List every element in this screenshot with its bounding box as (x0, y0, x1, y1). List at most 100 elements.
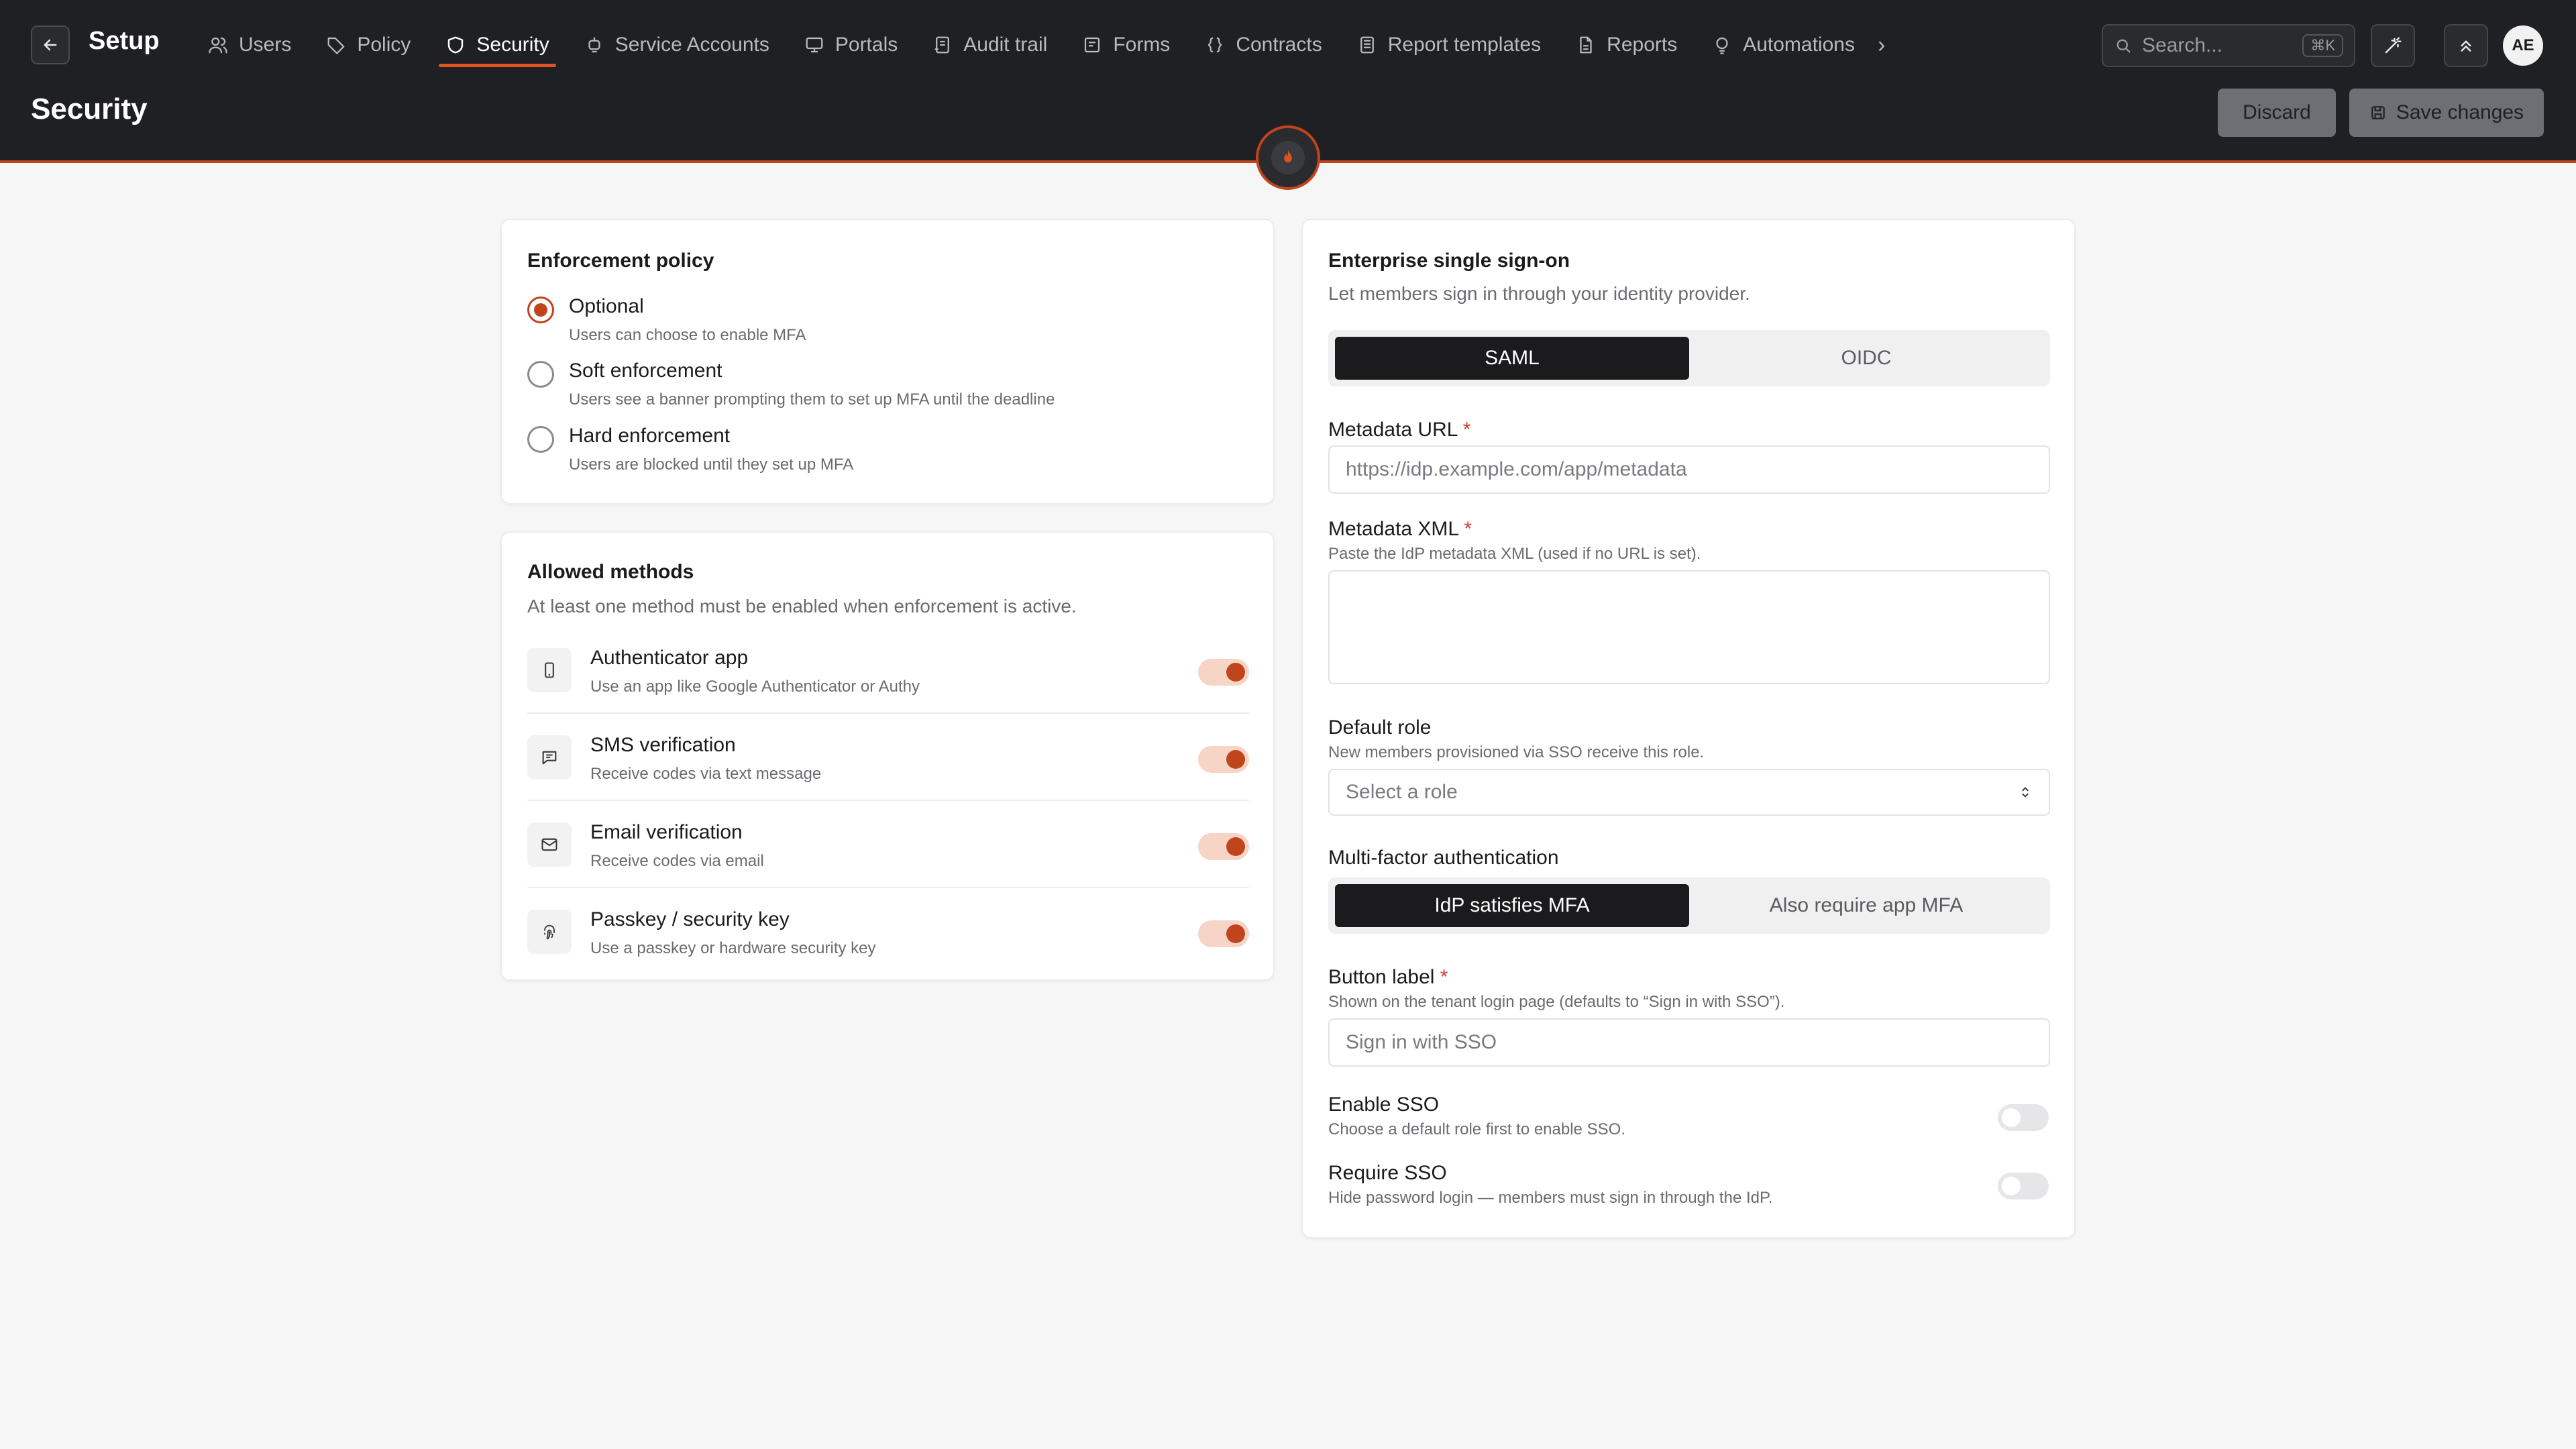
require-sso-hint: Hide password login — members must sign … (1328, 1189, 1773, 1207)
tab-reports-label: Reports (1607, 34, 1678, 56)
monitor-icon (804, 35, 824, 55)
option-soft-enforcement[interactable]: Soft enforcement Users see a banner prom… (527, 360, 1055, 409)
magic-wand-button[interactable] (2371, 24, 2415, 67)
tab-security[interactable]: Security (428, 0, 566, 90)
bulb-icon (1712, 35, 1732, 55)
users-icon (208, 35, 228, 55)
arrow-left-icon (41, 36, 60, 54)
option-desc: Users can choose to enable MFA (569, 326, 806, 344)
tab-portals[interactable]: Portals (787, 0, 915, 90)
search-placeholder: Search... (2142, 34, 2223, 56)
radio-optional[interactable] (527, 297, 554, 323)
authenticator-app-toggle[interactable] (1198, 659, 1249, 686)
button-label-label-text: Button label (1328, 966, 1435, 988)
default-role-label: Default role (1328, 716, 1432, 739)
tab-audit-trail[interactable]: Audit trail (915, 0, 1065, 90)
default-role-select[interactable]: Select a role (1328, 769, 2050, 816)
robot-icon (584, 35, 604, 55)
save-icon (2369, 104, 2387, 121)
tab-contracts-label: Contracts (1236, 34, 1322, 56)
option-optional[interactable]: Optional Users can choose to enable MFA (527, 295, 806, 345)
radio-soft-enforcement[interactable] (527, 361, 554, 388)
enable-sso-toggle[interactable] (1998, 1104, 2049, 1131)
app-title: Setup (89, 27, 160, 55)
enforcement-policy-card: Enforcement policy Optional Users can ch… (500, 219, 1275, 504)
metadata-url-label: Metadata URL * (1328, 419, 1470, 441)
tab-oidc[interactable]: OIDC (1689, 337, 2043, 380)
tab-service-accounts-label: Service Accounts (614, 34, 769, 56)
tab-forms-label: Forms (1113, 34, 1171, 56)
tab-policy[interactable]: Policy (309, 0, 428, 90)
methods-title: Allowed methods (527, 561, 694, 583)
methods-subtitle: At least one method must be enabled when… (527, 596, 1077, 616)
collapse-button[interactable] (2444, 24, 2488, 67)
fingerprint-icon (527, 910, 572, 954)
email-verification-toggle[interactable] (1198, 833, 1249, 860)
enable-sso-hint: Choose a default role first to enable SS… (1328, 1120, 1625, 1138)
tab-forms[interactable]: Forms (1065, 0, 1187, 90)
file-icon (1576, 35, 1596, 55)
option-label: Soft enforcement (569, 360, 722, 382)
radio-hard-enforcement[interactable] (527, 426, 554, 453)
method-desc: Use a passkey or hardware security key (590, 939, 876, 957)
chevron-right-icon[interactable]: › (1878, 32, 1885, 58)
require-sso-label: Require SSO (1328, 1162, 1447, 1184)
method-passkey: Passkey / security key Use a passkey or … (527, 888, 1249, 975)
tab-reports[interactable]: Reports (1558, 0, 1695, 90)
discard-button[interactable]: Discard (2218, 89, 2336, 137)
metadata-xml-label: Metadata XML * (1328, 518, 1472, 541)
save-changes-button[interactable]: Save changes (2349, 89, 2544, 137)
tab-contracts[interactable]: Contracts (1187, 0, 1339, 90)
nav-tabs: Users Policy Security Service Accounts P… (191, 0, 1885, 90)
method-desc: Receive codes via email (590, 852, 764, 870)
tag-icon (326, 35, 346, 55)
metadata-xml-textarea[interactable] (1328, 570, 2050, 684)
mfa-segmented-control: IdP satisfies MFA Also require app MFA (1328, 877, 2050, 934)
floating-action-button[interactable] (1256, 125, 1320, 190)
nav-row: Setup Users Policy Security Service Acco… (0, 0, 2576, 90)
template-icon (1357, 35, 1377, 55)
method-desc: Receive codes via text message (590, 765, 822, 783)
tab-automations[interactable]: Automations (1695, 0, 1872, 90)
tab-security-label: Security (476, 34, 549, 56)
tab-saml[interactable]: SAML (1335, 337, 1689, 380)
avatar[interactable]: AE (2503, 25, 2543, 66)
metadata-url-input[interactable] (1328, 445, 2050, 494)
back-button[interactable] (31, 25, 70, 64)
shield-icon (445, 35, 466, 55)
chevron-up-down-icon (2018, 785, 2033, 800)
method-email-verification: Email verification Receive codes via ema… (527, 801, 1249, 888)
tab-also-require-app-mfa[interactable]: Also require app MFA (1689, 884, 2043, 927)
save-label: Save changes (2396, 101, 2524, 123)
button-label-hint: Shown on the tenant login page (defaults… (1328, 993, 1785, 1011)
tab-automations-label: Automations (1743, 34, 1855, 56)
passkey-toggle[interactable] (1198, 920, 1249, 947)
required-marker: * (1462, 419, 1471, 441)
tab-portals-label: Portals (835, 34, 898, 56)
chevrons-up-icon (2456, 36, 2476, 56)
button-label-input[interactable] (1328, 1018, 2050, 1067)
default-role-hint: New members provisioned via SSO receive … (1328, 743, 1705, 761)
tab-idp-satisfies-mfa[interactable]: IdP satisfies MFA (1335, 884, 1689, 927)
tab-service-accounts[interactable]: Service Accounts (567, 0, 787, 90)
search-icon (2114, 36, 2133, 55)
method-sms-verification: SMS verification Receive codes via text … (527, 714, 1249, 801)
sms-verification-toggle[interactable] (1198, 746, 1249, 773)
mfa-label: Multi-factor authentication (1328, 847, 1559, 869)
require-sso-toggle[interactable] (1998, 1173, 2049, 1199)
search-shortcut: ⌘K (2302, 34, 2343, 57)
method-authenticator-app: Authenticator app Use an app like Google… (527, 627, 1249, 714)
search-input[interactable]: Search... ⌘K (2102, 24, 2355, 67)
tab-users-label: Users (239, 34, 292, 56)
form-icon (1082, 35, 1102, 55)
enterprise-sso-card: Enterprise single sign-on Let members si… (1301, 219, 2076, 1238)
sso-subtitle: Let members sign in through your identit… (1328, 283, 1750, 304)
option-label: Optional (569, 295, 644, 317)
metadata-xml-label-text: Metadata XML (1328, 518, 1458, 540)
tab-report-templates-label: Report templates (1387, 34, 1542, 56)
option-hard-enforcement[interactable]: Hard enforcement Users are blocked until… (527, 425, 853, 474)
method-label: Authenticator app (590, 647, 749, 669)
method-desc: Use an app like Google Authenticator or … (590, 678, 920, 696)
tab-report-templates[interactable]: Report templates (1340, 0, 1558, 90)
tab-users[interactable]: Users (191, 0, 309, 90)
